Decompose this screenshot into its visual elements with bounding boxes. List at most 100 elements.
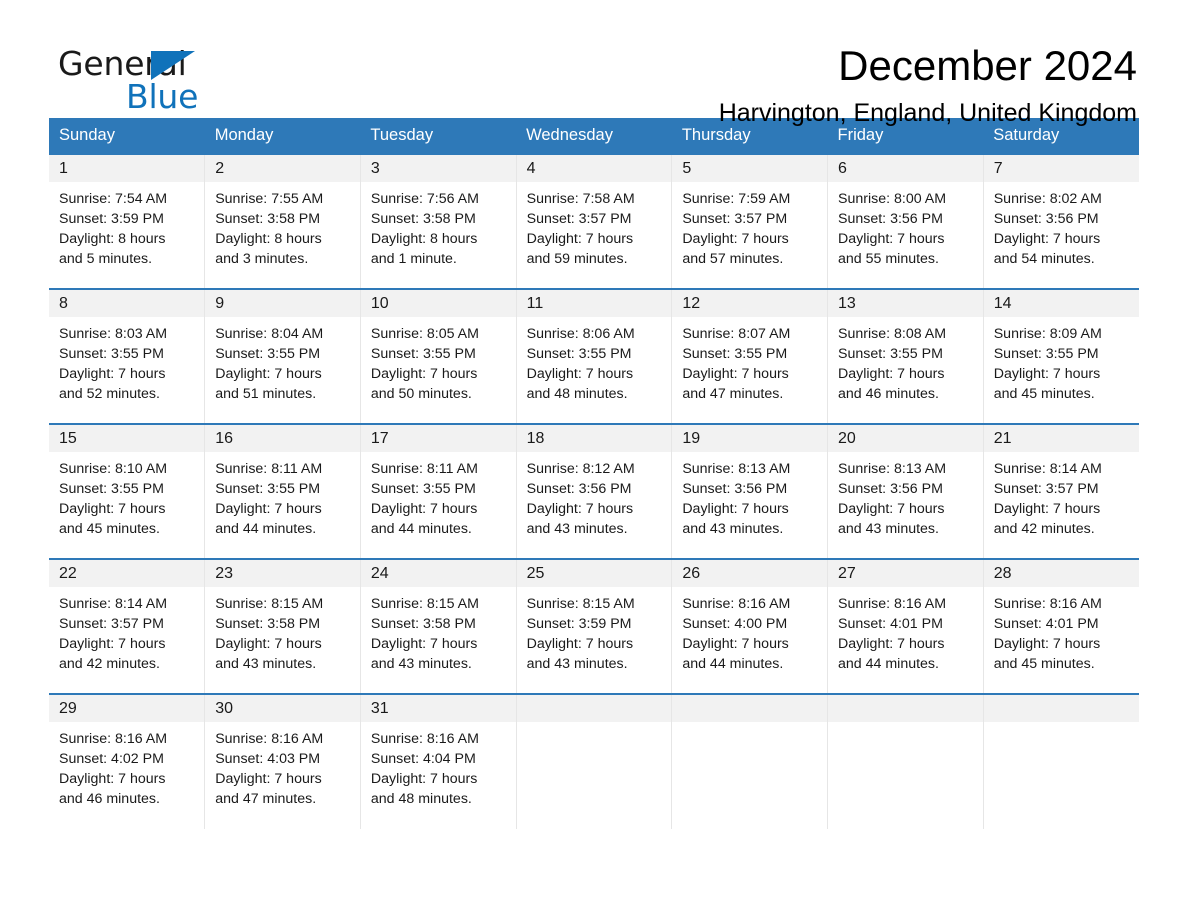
daylight-text-line1: Daylight: 7 hours: [838, 501, 945, 517]
daylight-text-line2: and 51 minutes.: [215, 386, 317, 402]
day-number: 19: [672, 425, 828, 452]
daylight-text-line2: and 48 minutes.: [526, 386, 628, 402]
day-number: 15: [49, 425, 205, 452]
sunset-text: Sunset: 3:58 PM: [215, 211, 321, 227]
daylight-text-line1: Daylight: 7 hours: [838, 231, 945, 247]
day-details: Sunrise: 8:04 AM Sunset: 3:55 PM Dayligh…: [205, 317, 360, 404]
calendar-day-cell[interactable]: 7 Sunrise: 8:02 AM Sunset: 3:56 PM Dayli…: [983, 153, 1139, 289]
daylight-text-line2: and 59 minutes.: [526, 251, 628, 267]
sunrise-text: Sunrise: 8:08 AM: [838, 326, 947, 342]
day-details: Sunrise: 8:08 AM Sunset: 3:55 PM Dayligh…: [828, 317, 983, 404]
calendar-day-cell[interactable]: 1 Sunrise: 7:54 AM Sunset: 3:59 PM Dayli…: [49, 153, 206, 289]
calendar-day-cell[interactable]: 27 Sunrise: 8:16 AM Sunset: 4:01 PM Dayl…: [827, 558, 984, 694]
day-details: Sunrise: 8:09 AM Sunset: 3:55 PM Dayligh…: [984, 317, 1139, 404]
calendar-day-cell[interactable]: 17 Sunrise: 8:11 AM Sunset: 3:55 PM Dayl…: [360, 423, 517, 559]
daylight-text-line2: and 54 minutes.: [993, 251, 1095, 267]
daylight-text-line2: and 43 minutes.: [526, 656, 628, 672]
day-number: 25: [516, 560, 672, 587]
calendar-day-cell[interactable]: 21 Sunrise: 8:14 AM Sunset: 3:57 PM Dayl…: [983, 423, 1139, 559]
generalblue-logo[interactable]: General Blue: [49, 44, 229, 116]
calendar-day-cell[interactable]: 26 Sunrise: 8:16 AM Sunset: 4:00 PM Dayl…: [671, 558, 829, 694]
day-details: Sunrise: 8:10 AM Sunset: 3:55 PM Dayligh…: [49, 452, 204, 539]
day-details: Sunrise: 7:54 AM Sunset: 3:59 PM Dayligh…: [49, 182, 204, 269]
daylight-text-line2: and 48 minutes.: [370, 791, 472, 807]
calendar-day-cell[interactable]: 18 Sunrise: 8:12 AM Sunset: 3:56 PM Dayl…: [516, 423, 673, 559]
calendar-day-cell[interactable]: 20 Sunrise: 8:13 AM Sunset: 3:56 PM Dayl…: [827, 423, 984, 559]
calendar-day-cell[interactable]: 9 Sunrise: 8:04 AM Sunset: 3:55 PM Dayli…: [204, 288, 361, 424]
day-details: Sunrise: 7:56 AM Sunset: 3:58 PM Dayligh…: [361, 182, 516, 269]
logo-text-blue: Blue: [126, 77, 199, 116]
day-details: Sunrise: 8:02 AM Sunset: 3:56 PM Dayligh…: [984, 182, 1139, 269]
daylight-text-line1: Daylight: 8 hours: [59, 231, 166, 247]
sunrise-text: Sunrise: 8:11 AM: [215, 461, 323, 477]
daylight-text-line2: and 43 minutes.: [215, 656, 317, 672]
calendar-day-cell[interactable]: 29 Sunrise: 8:16 AM Sunset: 4:02 PM Dayl…: [49, 693, 206, 829]
calendar-week-row: 29 Sunrise: 8:16 AM Sunset: 4:02 PM Dayl…: [49, 693, 1139, 829]
day-details: Sunrise: 8:13 AM Sunset: 3:56 PM Dayligh…: [828, 452, 983, 539]
calendar-day-cell[interactable]: 5 Sunrise: 7:59 AM Sunset: 3:57 PM Dayli…: [671, 153, 829, 289]
calendar-day-cell[interactable]: 31 Sunrise: 8:16 AM Sunset: 4:04 PM Dayl…: [360, 693, 517, 829]
day-details: Sunrise: 8:16 AM Sunset: 4:00 PM Dayligh…: [672, 587, 827, 674]
calendar-day-cell[interactable]: 28 Sunrise: 8:16 AM Sunset: 4:01 PM Dayl…: [983, 558, 1139, 694]
calendar-day-cell[interactable]: 12 Sunrise: 8:07 AM Sunset: 3:55 PM Dayl…: [671, 288, 829, 424]
calendar-day-cell[interactable]: 10 Sunrise: 8:05 AM Sunset: 3:55 PM Dayl…: [360, 288, 517, 424]
sunset-text: Sunset: 3:58 PM: [370, 211, 476, 227]
daylight-text-line2: and 44 minutes.: [215, 521, 317, 537]
day-number: 21: [983, 425, 1139, 452]
sunset-text: Sunset: 3:56 PM: [838, 211, 943, 227]
calendar-day-cell[interactable]: 15 Sunrise: 8:10 AM Sunset: 3:55 PM Dayl…: [49, 423, 206, 559]
sunrise-text: Sunrise: 8:13 AM: [682, 461, 791, 477]
calendar-day-cell[interactable]: 4 Sunrise: 7:58 AM Sunset: 3:57 PM Dayli…: [516, 153, 673, 289]
calendar-day-cell[interactable]: 25 Sunrise: 8:15 AM Sunset: 3:59 PM Dayl…: [516, 558, 673, 694]
calendar-day-cell[interactable]: 11 Sunrise: 8:06 AM Sunset: 3:55 PM Dayl…: [516, 288, 673, 424]
day-number: [828, 695, 983, 722]
day-number: 23: [205, 560, 360, 587]
daylight-text-line2: and 5 minutes.: [59, 251, 153, 267]
sunset-text: Sunset: 3:55 PM: [993, 346, 1099, 362]
sunrise-text: Sunrise: 8:02 AM: [993, 191, 1102, 207]
sunset-text: Sunset: 3:56 PM: [682, 481, 788, 497]
calendar-day-cell[interactable]: 30 Sunrise: 8:16 AM Sunset: 4:03 PM Dayl…: [204, 693, 361, 829]
calendar-day-cell-empty: [671, 693, 829, 829]
calendar-day-cell[interactable]: 2 Sunrise: 7:55 AM Sunset: 3:58 PM Dayli…: [204, 153, 361, 289]
day-number: 22: [49, 560, 205, 587]
calendar-day-cell[interactable]: 3 Sunrise: 7:56 AM Sunset: 3:58 PM Dayli…: [360, 153, 517, 289]
calendar-day-cell[interactable]: 24 Sunrise: 8:15 AM Sunset: 3:58 PM Dayl…: [360, 558, 517, 694]
day-number: 8: [49, 290, 205, 317]
calendar-day-cell[interactable]: 16 Sunrise: 8:11 AM Sunset: 3:55 PM Dayl…: [204, 423, 361, 559]
day-number: [516, 695, 672, 722]
daylight-text-line2: and 47 minutes.: [682, 386, 784, 402]
day-number: 13: [828, 290, 983, 317]
day-number: 14: [983, 290, 1139, 317]
daylight-text-line2: and 45 minutes.: [59, 521, 160, 537]
daylight-text-line1: Daylight: 7 hours: [682, 501, 789, 517]
day-details: Sunrise: 8:15 AM Sunset: 3:58 PM Dayligh…: [205, 587, 360, 674]
calendar-day-cell[interactable]: 14 Sunrise: 8:09 AM Sunset: 3:55 PM Dayl…: [983, 288, 1139, 424]
calendar-day-cell[interactable]: 23 Sunrise: 8:15 AM Sunset: 3:58 PM Dayl…: [204, 558, 361, 694]
sunrise-text: Sunrise: 8:14 AM: [59, 596, 168, 612]
calendar-day-cell[interactable]: 6 Sunrise: 8:00 AM Sunset: 3:56 PM Dayli…: [827, 153, 984, 289]
sunrise-text: Sunrise: 8:00 AM: [838, 191, 947, 207]
sunset-text: Sunset: 4:00 PM: [682, 616, 788, 632]
sunset-text: Sunset: 3:55 PM: [59, 346, 164, 362]
daylight-text-line1: Daylight: 7 hours: [215, 636, 322, 652]
day-details: Sunrise: 8:05 AM Sunset: 3:55 PM Dayligh…: [361, 317, 516, 404]
calendar-day-cell-empty: [983, 693, 1139, 829]
day-number: 27: [828, 560, 983, 587]
day-number: 1: [49, 155, 205, 182]
day-details: Sunrise: 8:13 AM Sunset: 3:56 PM Dayligh…: [672, 452, 827, 539]
weekday-header-sunday: Sunday: [49, 118, 205, 154]
calendar-day-cell[interactable]: 8 Sunrise: 8:03 AM Sunset: 3:55 PM Dayli…: [49, 288, 206, 424]
sunrise-text: Sunrise: 8:16 AM: [993, 596, 1102, 612]
calendar-day-cell[interactable]: 13 Sunrise: 8:08 AM Sunset: 3:55 PM Dayl…: [827, 288, 984, 424]
sunrise-text: Sunrise: 7:58 AM: [526, 191, 635, 207]
title-block: December 2024 Harvington, England, Unite…: [719, 43, 1139, 128]
sunset-text: Sunset: 3:56 PM: [526, 481, 632, 497]
calendar-day-cell[interactable]: 19 Sunrise: 8:13 AM Sunset: 3:56 PM Dayl…: [671, 423, 829, 559]
sunset-text: Sunset: 3:56 PM: [993, 211, 1099, 227]
daylight-text-line2: and 3 minutes.: [215, 251, 309, 267]
day-number: 12: [672, 290, 828, 317]
calendar-day-cell[interactable]: 22 Sunrise: 8:14 AM Sunset: 3:57 PM Dayl…: [49, 558, 206, 694]
day-details: Sunrise: 8:03 AM Sunset: 3:55 PM Dayligh…: [49, 317, 204, 404]
daylight-text-line1: Daylight: 7 hours: [526, 231, 634, 247]
